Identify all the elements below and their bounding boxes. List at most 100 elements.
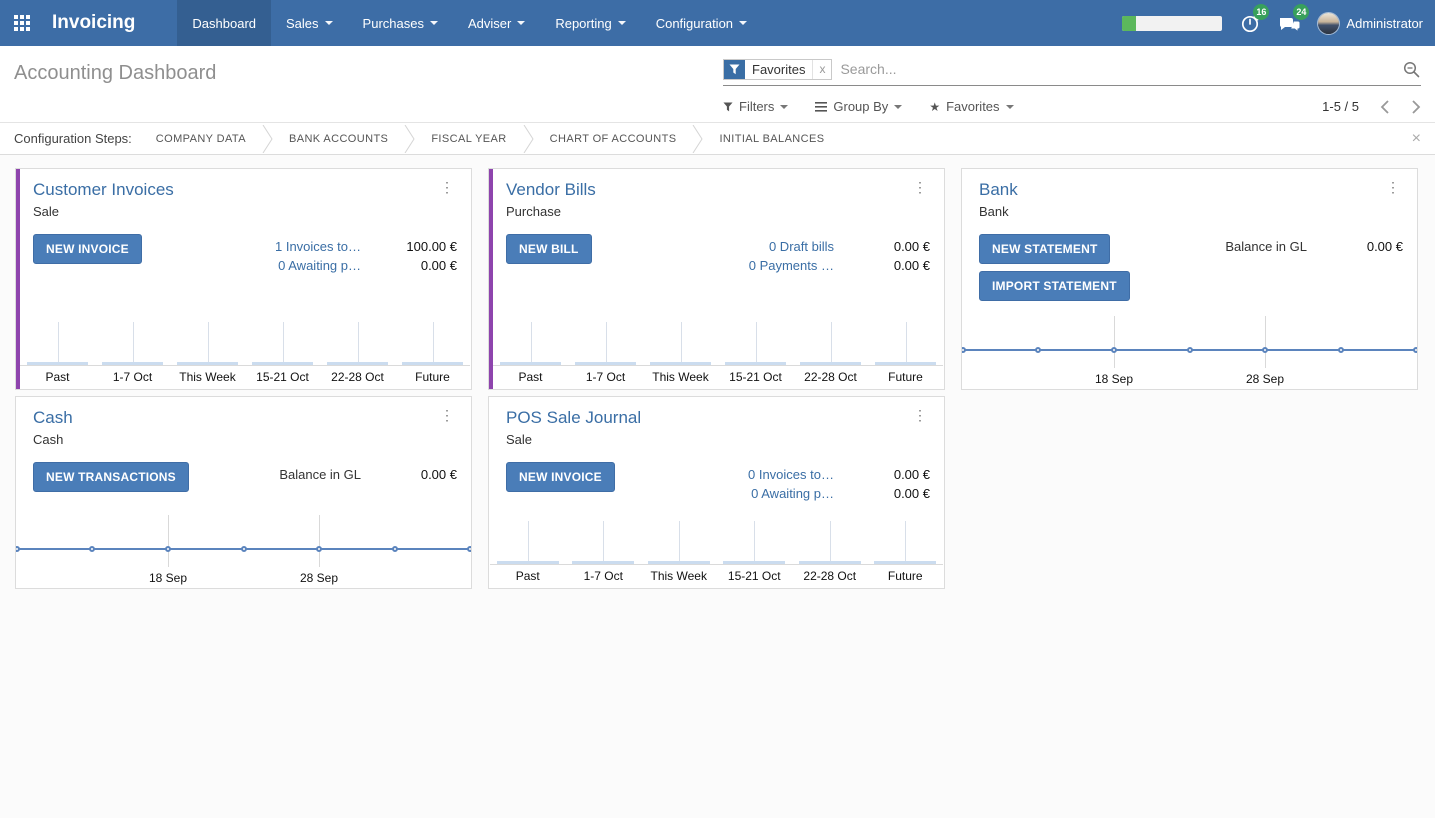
pager-previous-button[interactable] bbox=[1380, 100, 1390, 114]
new-invoice-button[interactable]: NEW INVOICE bbox=[506, 462, 615, 492]
chart-bar bbox=[177, 362, 239, 365]
chart-bar bbox=[327, 362, 389, 365]
config-step-fiscal-year[interactable]: FISCAL YEAR bbox=[431, 133, 506, 145]
chart-category-label: 15-21 Oct bbox=[717, 569, 793, 583]
import-statement-button[interactable]: IMPORT STATEMENT bbox=[979, 271, 1130, 301]
card-title[interactable]: Customer Invoices bbox=[33, 180, 174, 199]
chart-bar-cell: This Week bbox=[641, 515, 717, 587]
chart-bar-cell: 1-7 Oct bbox=[566, 515, 642, 587]
kebab-menu-icon[interactable]: ⋮ bbox=[437, 180, 457, 194]
chevron-down-icon bbox=[430, 21, 438, 29]
chevron-down-icon bbox=[517, 21, 525, 29]
card-title[interactable]: Cash bbox=[33, 408, 73, 427]
kebab-menu-icon[interactable]: ⋮ bbox=[1383, 180, 1403, 194]
nav-item-dashboard[interactable]: Dashboard bbox=[177, 0, 271, 46]
chart-gridline bbox=[1265, 316, 1266, 368]
chart-bar bbox=[650, 362, 712, 365]
pager-next-button[interactable] bbox=[1411, 100, 1421, 114]
facet-label: Favorites bbox=[745, 60, 812, 79]
chart-gridline bbox=[756, 322, 757, 365]
journal-link[interactable]: 0 Awaiting p… bbox=[615, 484, 834, 503]
search-facet-favorites[interactable]: Favorites x bbox=[723, 59, 832, 80]
chart-point-marker bbox=[961, 347, 966, 353]
nav-item-reporting[interactable]: Reporting bbox=[540, 0, 640, 46]
journal-link[interactable]: 1 Invoices to… bbox=[142, 237, 361, 256]
chart-bar bbox=[27, 362, 89, 365]
apps-grid-icon bbox=[14, 15, 30, 31]
chart-bar bbox=[874, 561, 936, 564]
journal-mini-bar-chart: Past1-7 OctThis Week15-21 Oct22-28 OctFu… bbox=[493, 316, 943, 388]
navbar-systray: 16 24 Administrator bbox=[1122, 0, 1435, 46]
chart-category-label: This Week bbox=[170, 370, 245, 384]
config-steps-label: Configuration Steps: bbox=[14, 131, 132, 146]
journal-amount: 0.00 € bbox=[834, 484, 930, 503]
card-subtitle: Sale bbox=[506, 432, 641, 447]
chart-category-label: Past bbox=[490, 569, 566, 583]
nav-label: Adviser bbox=[468, 16, 511, 31]
chart-bar-cell: Future bbox=[868, 316, 943, 388]
chart-bars: Past1-7 OctThis Week15-21 Oct22-28 OctFu… bbox=[20, 316, 470, 388]
filters-dropdown[interactable]: Filters bbox=[723, 99, 788, 114]
chart-category-label: 15-21 Oct bbox=[718, 370, 793, 384]
chart-category-label: This Week bbox=[643, 370, 718, 384]
chart-category-label: 22-28 Oct bbox=[320, 370, 395, 384]
new-statement-button[interactable]: NEW STATEMENT bbox=[979, 234, 1110, 264]
group-by-icon bbox=[815, 102, 827, 112]
apps-menu-button[interactable] bbox=[0, 0, 44, 46]
card-title[interactable]: POS Sale Journal bbox=[506, 408, 641, 427]
balance-label: Balance in GL bbox=[189, 465, 361, 484]
search-input[interactable] bbox=[832, 58, 1402, 80]
app-title[interactable]: Invoicing bbox=[44, 0, 177, 46]
config-step-initial-balances[interactable]: INITIAL BALANCES bbox=[719, 133, 824, 145]
kebab-menu-icon[interactable]: ⋮ bbox=[910, 180, 930, 194]
chart-gridline bbox=[358, 322, 359, 365]
group-by-dropdown[interactable]: Group By bbox=[815, 99, 902, 114]
chevron-left-icon bbox=[1380, 100, 1390, 114]
chart-bar-cell: Future bbox=[868, 515, 944, 587]
config-step-company-data[interactable]: COMPANY DATA bbox=[156, 133, 246, 145]
kebab-menu-icon[interactable]: ⋮ bbox=[437, 408, 457, 422]
avatar bbox=[1318, 13, 1339, 34]
card-title[interactable]: Vendor Bills bbox=[506, 180, 596, 199]
filter-facet-icon bbox=[724, 60, 745, 79]
chart-bar-cell: 22-28 Oct bbox=[793, 316, 868, 388]
nav-item-purchases[interactable]: Purchases bbox=[348, 0, 453, 46]
user-menu[interactable]: Administrator bbox=[1318, 13, 1423, 34]
journal-card-pos-sale: POS Sale Journal Sale ⋮ NEW INVOICE 0 In… bbox=[488, 396, 945, 589]
new-bill-button[interactable]: NEW BILL bbox=[506, 234, 592, 264]
nav-label: Sales bbox=[286, 16, 319, 31]
chart-bar bbox=[252, 362, 314, 365]
chart-point-marker bbox=[1187, 347, 1193, 353]
config-step-chart-of-accounts[interactable]: CHART OF ACCOUNTS bbox=[550, 133, 677, 145]
new-transactions-button[interactable]: NEW TRANSACTIONS bbox=[33, 462, 189, 492]
config-step-bank-accounts[interactable]: BANK ACCOUNTS bbox=[289, 133, 388, 145]
close-icon[interactable]: × bbox=[1412, 131, 1421, 147]
chart-x-label: 28 Sep bbox=[1246, 372, 1284, 386]
chart-point-marker bbox=[241, 546, 247, 552]
journal-link[interactable]: 0 Awaiting p… bbox=[142, 256, 361, 275]
facet-remove-icon[interactable]: x bbox=[812, 60, 831, 79]
journal-link[interactable]: 0 Draft bills bbox=[592, 237, 834, 256]
journal-link[interactable]: 0 Payments … bbox=[592, 256, 834, 275]
filter-icon bbox=[723, 102, 733, 112]
nav-item-configuration[interactable]: Configuration bbox=[641, 0, 762, 46]
messages-button[interactable]: 24 bbox=[1278, 12, 1301, 34]
journal-link[interactable]: 0 Invoices to… bbox=[615, 465, 834, 484]
chart-gridline bbox=[754, 521, 755, 564]
chart-bar-cell: 1-7 Oct bbox=[568, 316, 643, 388]
chart-bars: Past1-7 OctThis Week15-21 Oct22-28 OctFu… bbox=[493, 316, 943, 388]
trial-progress-bar[interactable] bbox=[1122, 16, 1222, 31]
favorites-label: Favorites bbox=[946, 99, 999, 114]
kebab-menu-icon[interactable]: ⋮ bbox=[910, 408, 930, 422]
new-invoice-button[interactable]: NEW INVOICE bbox=[33, 234, 142, 264]
activities-button[interactable]: 16 bbox=[1239, 12, 1261, 34]
card-title[interactable]: Bank bbox=[979, 180, 1018, 199]
nav-item-sales[interactable]: Sales bbox=[271, 0, 348, 46]
search-icon[interactable] bbox=[1402, 60, 1421, 79]
chart-x-label: 18 Sep bbox=[1095, 372, 1133, 386]
chart-bar bbox=[102, 362, 164, 365]
favorites-dropdown[interactable]: ★ Favorites bbox=[929, 99, 1013, 114]
chart-category-label: Past bbox=[20, 370, 95, 384]
nav-item-adviser[interactable]: Adviser bbox=[453, 0, 540, 46]
journal-card-customer-invoices: Customer Invoices Sale ⋮ NEW INVOICE 1 I… bbox=[15, 168, 472, 390]
